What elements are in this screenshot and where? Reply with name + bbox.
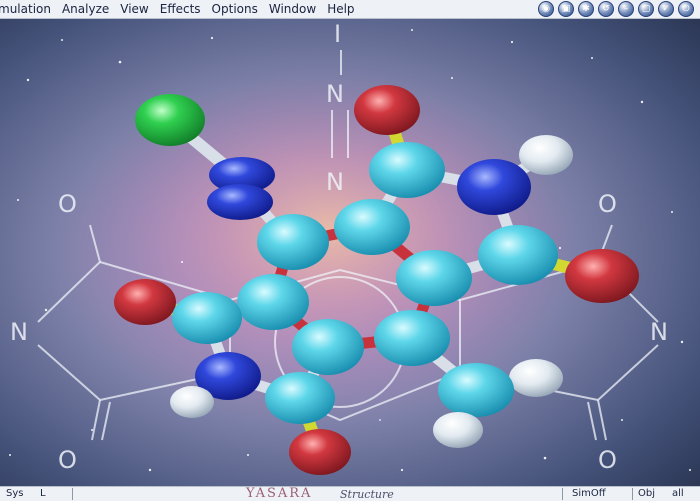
close-icon[interactable]: ✓ (658, 1, 674, 17)
status-l[interactable]: L (40, 487, 46, 501)
carbon-atom[interactable] (292, 319, 364, 375)
molecule-viewport[interactable]: I N N O O N N O O (0, 19, 700, 486)
formula-letter: O (58, 190, 77, 218)
yasara-logo-subtitle: Structure (340, 488, 394, 501)
chlorine-atom[interactable] (135, 94, 205, 146)
restore-icon[interactable]: ▢ (638, 1, 654, 17)
hydrogen-atom[interactable] (509, 359, 563, 397)
status-divider (562, 488, 563, 500)
status-all[interactable]: all (672, 487, 684, 501)
hydrogen-atom[interactable] (433, 412, 483, 448)
menu-help[interactable]: Help (327, 0, 365, 18)
menu-effects[interactable]: Effects (160, 0, 212, 18)
toolbar-icons: ◉ ▣ ✱ ↺ – ▢ ✓ ⏻ (538, 1, 694, 17)
carbon-atom[interactable] (265, 372, 335, 424)
carbon-atom[interactable] (478, 225, 558, 285)
carbon-atom[interactable] (369, 142, 445, 198)
undo-icon[interactable]: ↺ (598, 1, 614, 17)
menu-options[interactable]: Options (212, 0, 269, 18)
globe-icon[interactable]: ◉ (538, 1, 554, 17)
status-obj[interactable]: Obj (638, 487, 655, 501)
display-icon[interactable]: ▣ (558, 1, 574, 17)
nitrogen-atom[interactable] (457, 159, 531, 215)
oxygen-atom[interactable] (565, 249, 639, 303)
formula-letter: O (598, 446, 617, 474)
formula-letter: N (326, 80, 344, 108)
carbon-atom[interactable] (438, 363, 514, 417)
menu-window[interactable]: Window (269, 0, 327, 18)
formula-letter: N (10, 318, 28, 346)
yasara-logo: YASARA (246, 486, 313, 501)
status-sys[interactable]: Sys (6, 487, 23, 501)
status-divider (72, 488, 73, 500)
hydrogen-atom[interactable] (519, 135, 573, 175)
oxygen-atom[interactable] (289, 429, 351, 475)
oxygen-atom[interactable] (354, 85, 420, 135)
menu-simulation[interactable]: mulation (0, 0, 62, 18)
exit-icon[interactable]: ⏻ (678, 1, 694, 17)
formula-letter: O (598, 190, 617, 218)
settings-icon[interactable]: ✱ (578, 1, 594, 17)
carbon-atom[interactable] (172, 292, 242, 344)
formula-letter: O (58, 446, 77, 474)
formula-letter: N (326, 168, 344, 196)
formula-letter: I (334, 20, 341, 48)
formula-letter: N (650, 318, 668, 346)
minimize-icon[interactable]: – (618, 1, 634, 17)
hydrogen-atom[interactable] (170, 386, 214, 418)
oxygen-atom[interactable] (114, 279, 176, 325)
carbon-atom[interactable] (237, 274, 309, 330)
menu-analyze[interactable]: Analyze (62, 0, 120, 18)
menu-view[interactable]: View (120, 0, 159, 18)
status-divider (632, 488, 633, 500)
carbon-atom[interactable] (374, 310, 450, 366)
carbon-atom[interactable] (396, 250, 472, 306)
nitrogen-atom[interactable] (207, 184, 273, 220)
menu-bar: mulation Analyze View Effects Options Wi… (0, 0, 700, 19)
status-bar: Sys L YASARA Structure SimOff Obj all (0, 486, 700, 501)
carbon-atom[interactable] (334, 199, 410, 255)
status-simulation[interactable]: SimOff (572, 487, 606, 501)
molecule-scene: I N N O O N N O O (0, 19, 700, 486)
carbon-atom[interactable] (257, 214, 329, 270)
